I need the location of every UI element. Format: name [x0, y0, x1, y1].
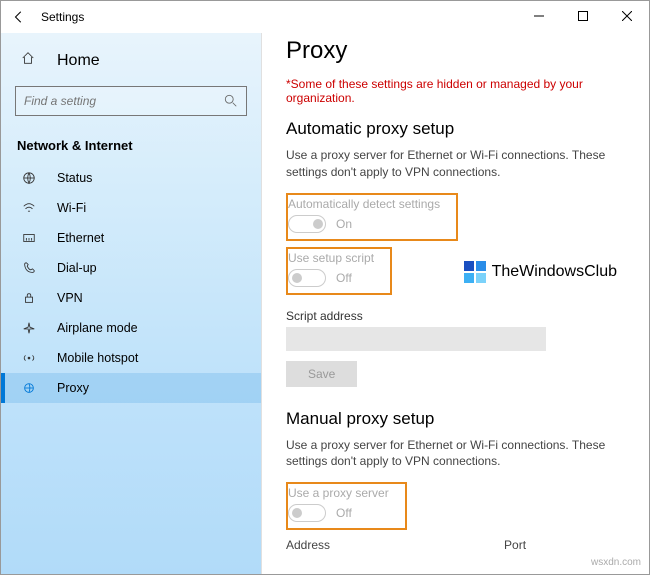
dialup-icon: [21, 261, 37, 275]
arrow-left-icon: [12, 10, 26, 24]
wifi-icon: [21, 201, 37, 215]
nav-label: Airplane mode: [57, 321, 138, 335]
nav-label: Wi-Fi: [57, 201, 86, 215]
setup-script-state: Off: [336, 271, 352, 285]
sidebar-item-status[interactable]: Status: [1, 163, 261, 193]
port-label: Port: [504, 538, 526, 552]
manual-section-title: Manual proxy setup: [286, 409, 625, 429]
window-controls: [517, 1, 649, 31]
credit: wsxdn.com: [591, 557, 641, 568]
home-label: Home: [57, 52, 100, 70]
sidebar-item-home[interactable]: Home: [1, 43, 261, 78]
sidebar-item-proxy[interactable]: Proxy: [1, 373, 261, 403]
script-address-label: Script address: [286, 309, 625, 323]
auto-detect-toggle[interactable]: [288, 215, 326, 233]
minimize-button[interactable]: [517, 1, 561, 31]
sidebar: Home Network & Internet Status Wi-Fi Eth…: [1, 33, 261, 574]
brand-text: TheWindowsClub: [492, 263, 617, 281]
search-input[interactable]: [24, 94, 224, 108]
setup-script-label: Use setup script: [288, 251, 374, 265]
minimize-icon: [534, 11, 544, 21]
brand-overlay: TheWindowsClub: [464, 261, 617, 283]
ethernet-icon: [21, 231, 37, 245]
home-icon: [21, 51, 37, 70]
page-title: Proxy: [286, 37, 625, 65]
auto-section-title: Automatic proxy setup: [286, 119, 625, 139]
proxy-icon: [21, 381, 37, 395]
sidebar-item-ethernet[interactable]: Ethernet: [1, 223, 261, 253]
auto-detect-state: On: [336, 217, 352, 231]
manual-section-desc: Use a proxy server for Ethernet or Wi-Fi…: [286, 437, 625, 471]
sidebar-item-hotspot[interactable]: Mobile hotspot: [1, 343, 261, 373]
setup-script-block: Use setup script Off: [286, 247, 392, 295]
sidebar-item-vpn[interactable]: VPN: [1, 283, 261, 313]
address-label: Address: [286, 538, 330, 552]
script-address-input[interactable]: [286, 327, 546, 351]
hotspot-icon: [21, 351, 37, 365]
org-warning: *Some of these settings are hidden or ma…: [286, 77, 625, 105]
setup-script-toggle[interactable]: [288, 269, 326, 287]
status-icon: [21, 171, 37, 185]
auto-detect-label: Automatically detect settings: [288, 197, 440, 211]
auto-section-desc: Use a proxy server for Ethernet or Wi-Fi…: [286, 147, 625, 181]
auto-detect-block: Automatically detect settings On: [286, 193, 458, 241]
nav-label: Status: [57, 171, 92, 185]
close-button[interactable]: [605, 1, 649, 31]
airplane-icon: [21, 321, 37, 335]
search-icon: [224, 94, 238, 108]
use-proxy-toggle[interactable]: [288, 504, 326, 522]
content-area: Proxy *Some of these settings are hidden…: [261, 33, 649, 574]
close-icon: [622, 11, 632, 21]
nav-label: Mobile hotspot: [57, 351, 138, 365]
sidebar-item-wifi[interactable]: Wi-Fi: [1, 193, 261, 223]
nav-label: VPN: [57, 291, 83, 305]
save-button[interactable]: Save: [286, 361, 357, 387]
back-button[interactable]: [7, 5, 31, 29]
maximize-icon: [578, 11, 588, 21]
brand-logo-icon: [464, 261, 486, 283]
use-proxy-block: Use a proxy server Off: [286, 482, 407, 530]
sidebar-item-airplane[interactable]: Airplane mode: [1, 313, 261, 343]
window-title: Settings: [41, 10, 84, 24]
vpn-icon: [21, 291, 37, 305]
nav-label: Proxy: [57, 381, 89, 395]
sidebar-category: Network & Internet: [1, 132, 261, 163]
use-proxy-state: Off: [336, 506, 352, 520]
use-proxy-label: Use a proxy server: [288, 486, 389, 500]
nav-label: Ethernet: [57, 231, 104, 245]
maximize-button[interactable]: [561, 1, 605, 31]
sidebar-item-dialup[interactable]: Dial-up: [1, 253, 261, 283]
nav-label: Dial-up: [57, 261, 97, 275]
search-box[interactable]: [15, 86, 247, 116]
